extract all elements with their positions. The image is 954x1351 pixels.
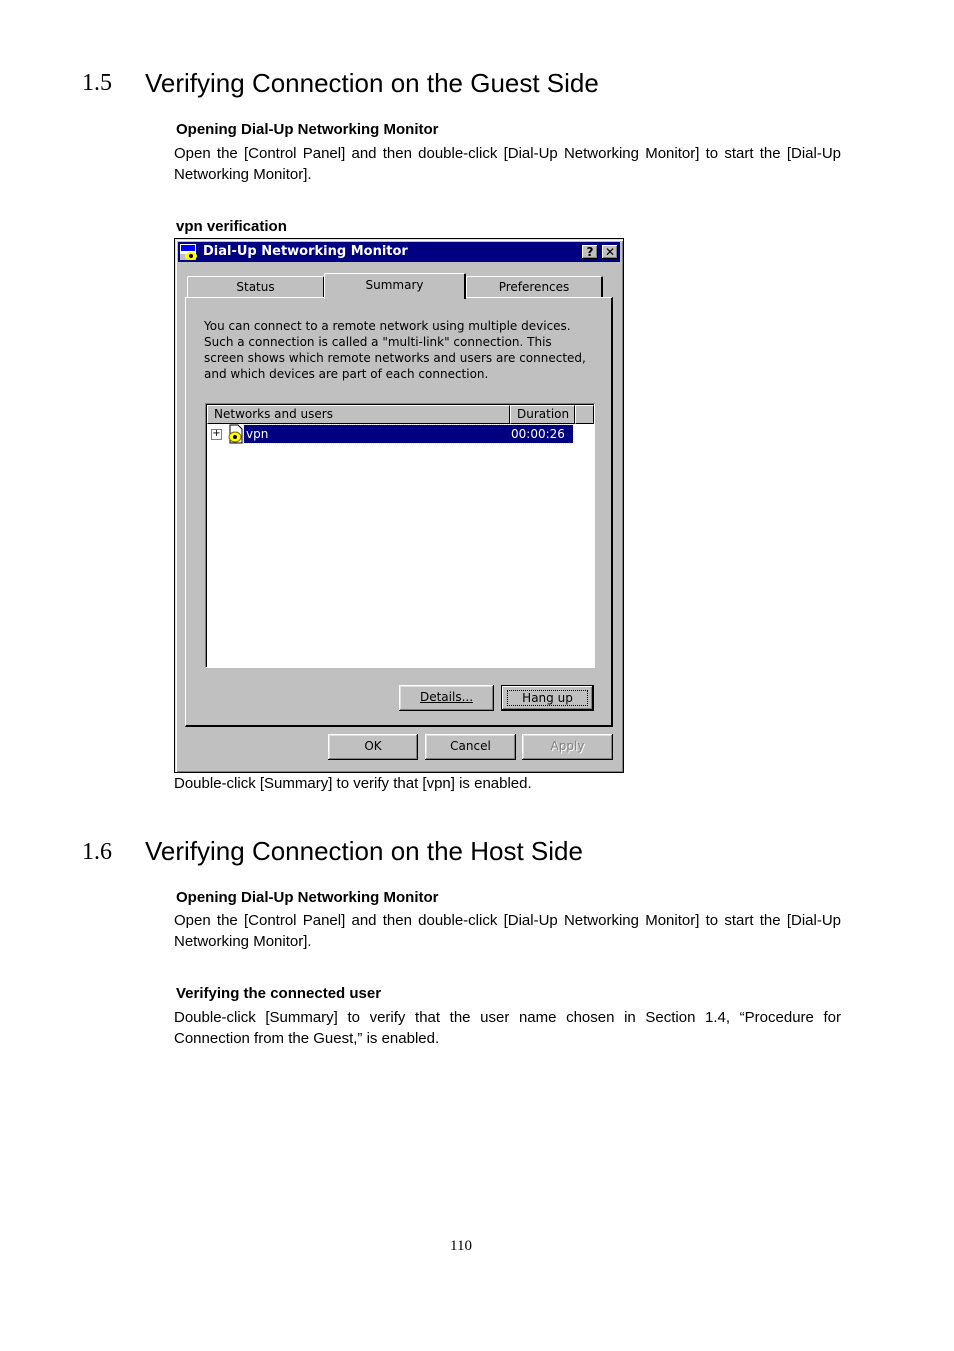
hang-up-label: Hang up: [507, 690, 588, 706]
row-name: vpn: [246, 427, 269, 441]
subheading: Verifying the connected user: [176, 985, 382, 1002]
summary-panel: You can connect to a remote network usin…: [185, 297, 613, 727]
networks-list[interactable]: Networks and users Duration + vpn 00:00:…: [205, 403, 595, 668]
section-title: Verifying Connection on the Host Side: [145, 836, 583, 866]
details-button[interactable]: Details...: [399, 685, 494, 711]
paragraph: Open the [Control Panel] and then double…: [174, 145, 841, 183]
ok-button[interactable]: OK: [328, 734, 418, 760]
dialog-title: Dial-Up Networking Monitor: [203, 244, 408, 259]
tab-summary[interactable]: Summary: [324, 273, 466, 299]
section-title: Verifying Connection on the Guest Side: [145, 68, 599, 98]
subheading: Opening Dial-Up Networking Monitor: [176, 121, 439, 138]
section-number: 1.6: [82, 839, 112, 865]
paragraph: Double-click [Summary] to verify that th…: [174, 1009, 841, 1047]
title-bar[interactable]: Dial-Up Networking Monitor ? ✕: [178, 242, 620, 262]
column-header-networks[interactable]: Networks and users: [207, 405, 510, 424]
figure-caption: Double-click [Summary] to verify that [v…: [174, 775, 532, 792]
help-button[interactable]: ?: [582, 245, 598, 259]
cancel-button[interactable]: Cancel: [425, 734, 516, 760]
tab-preferences[interactable]: Preferences: [466, 276, 603, 298]
row-duration: 00:00:26: [511, 427, 565, 441]
expand-icon[interactable]: +: [211, 429, 222, 440]
page-number: 110: [450, 1238, 472, 1254]
figure-label: vpn verification: [176, 218, 287, 235]
dialup-monitor-dialog: Dial-Up Networking Monitor ? ✕ Status Pr…: [174, 238, 624, 773]
dialup-connection-icon: [228, 424, 243, 444]
hang-up-button[interactable]: Hang up: [501, 685, 594, 711]
paragraph: Open the [Control Panel] and then double…: [174, 912, 841, 950]
description-text: You can connect to a remote network usin…: [204, 319, 586, 381]
list-row-vpn[interactable]: vpn 00:00:26: [243, 424, 574, 444]
dialup-networking-icon: [180, 244, 197, 260]
tab-status[interactable]: Status: [187, 276, 325, 298]
column-header-empty: [575, 405, 594, 424]
section-number: 1.5: [82, 70, 112, 96]
close-button[interactable]: ✕: [602, 245, 618, 259]
subheading: Opening Dial-Up Networking Monitor: [176, 889, 439, 906]
column-header-duration[interactable]: Duration: [510, 405, 575, 424]
details-label: Details...: [419, 690, 474, 704]
apply-button[interactable]: Apply: [522, 734, 613, 760]
